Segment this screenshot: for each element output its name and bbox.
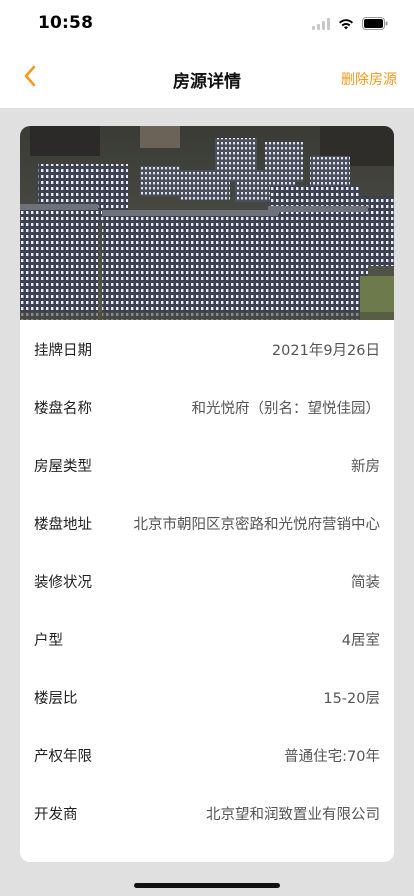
detail-value: 北京市朝阳区京密路和光悦府营销中心 bbox=[133, 517, 381, 533]
detail-value: 新房 bbox=[351, 459, 380, 475]
detail-value: 普通住宅:70年 bbox=[284, 749, 380, 765]
signal-bars-icon bbox=[312, 15, 330, 34]
detail-label: 户型 bbox=[34, 633, 63, 649]
detail-row-address: 楼盘地址 北京市朝阳区京密路和光悦府营销中心 bbox=[20, 494, 394, 552]
nav-bar: 房源详情 删除房源 bbox=[0, 48, 414, 108]
detail-value: 15-20层 bbox=[323, 691, 380, 707]
detail-label: 挂牌日期 bbox=[34, 343, 92, 359]
detail-row-developer: 开发商 北京望和润致置业有限公司 bbox=[20, 784, 394, 842]
detail-row-listing-date: 挂牌日期 2021年9月26日 bbox=[20, 320, 394, 378]
delete-listing-button[interactable]: 删除房源 bbox=[341, 69, 397, 89]
detail-row-property-term: 产权年限 普通住宅:70年 bbox=[20, 726, 394, 784]
home-indicator[interactable] bbox=[134, 883, 280, 888]
detail-row-layout: 户型 4居室 bbox=[20, 610, 394, 668]
detail-list: 挂牌日期 2021年9月26日 楼盘名称 和光悦府（别名：望悦佳园） 房屋类型 … bbox=[20, 320, 394, 842]
detail-label: 楼盘地址 bbox=[34, 517, 92, 533]
detail-row-decoration: 装修状况 简装 bbox=[20, 552, 394, 610]
detail-label: 楼层比 bbox=[34, 691, 78, 707]
status-bar: 10:58 bbox=[0, 0, 414, 48]
detail-row-floors: 楼层比 15-20层 bbox=[20, 668, 394, 726]
detail-value: 简装 bbox=[351, 575, 380, 591]
detail-value: 北京望和润致置业有限公司 bbox=[206, 807, 380, 823]
detail-value: 和光悦府（别名：望悦佳园） bbox=[191, 401, 381, 417]
detail-row-property-name: 楼盘名称 和光悦府（别名：望悦佳园） bbox=[20, 378, 394, 436]
detail-label: 开发商 bbox=[34, 807, 78, 823]
status-icons bbox=[312, 15, 388, 34]
detail-label: 装修状况 bbox=[34, 575, 92, 591]
property-photo bbox=[20, 126, 394, 320]
detail-label: 楼盘名称 bbox=[34, 401, 92, 417]
detail-label: 产权年限 bbox=[34, 749, 92, 765]
detail-value: 4居室 bbox=[341, 633, 380, 649]
listing-card: 挂牌日期 2021年9月26日 楼盘名称 和光悦府（别名：望悦佳园） 房屋类型 … bbox=[20, 126, 394, 862]
detail-row-house-type: 房屋类型 新房 bbox=[20, 436, 394, 494]
detail-label: 房屋类型 bbox=[34, 459, 92, 475]
status-time: 10:58 bbox=[38, 13, 94, 33]
wifi-icon bbox=[338, 15, 354, 34]
detail-value: 2021年9月26日 bbox=[271, 343, 380, 359]
battery-icon bbox=[362, 15, 388, 34]
